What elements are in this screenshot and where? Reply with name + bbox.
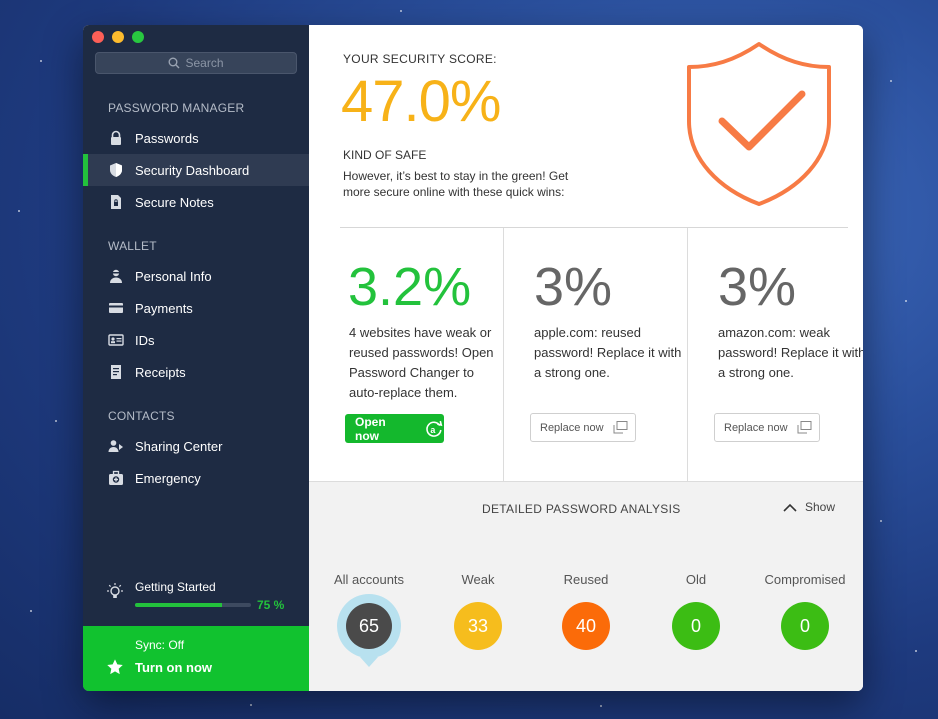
security-score-value: 47.0% (341, 69, 501, 134)
sidebar-item-payments[interactable]: Payments (83, 292, 309, 324)
search-icon (168, 57, 180, 69)
stat-label: Old (685, 572, 707, 587)
window-controls (92, 31, 144, 43)
sync-status: Sync: Off (135, 638, 185, 652)
security-dashboard: YOUR SECURITY SCORE: 47.0% KIND OF SAFE … (309, 25, 863, 691)
stat-label: Weak (461, 572, 495, 587)
stat-old[interactable]: Old 0 (671, 572, 721, 650)
quick-win-percent: 3.2% (348, 257, 472, 317)
security-status: KIND OF SAFE (343, 148, 427, 162)
stat-reused[interactable]: Reused 40 (561, 572, 611, 650)
sidebar-item-receipts[interactable]: Receipts (83, 356, 309, 388)
sidebar-item-label: Passwords (135, 130, 199, 146)
replace-now-button[interactable]: Replace now (530, 413, 636, 442)
sidebar-item-emergency[interactable]: Emergency (83, 462, 309, 494)
receipt-icon (107, 363, 125, 381)
getting-started-label: Getting Started (135, 580, 216, 594)
sidebar-item-label: Payments (135, 300, 193, 316)
show-toggle-label: Show (805, 500, 836, 514)
sidebar-item-label: Sharing Center (135, 438, 223, 454)
stat-all-accounts[interactable]: All accounts 65 (333, 572, 405, 658)
svg-text:a: a (431, 424, 436, 434)
getting-started[interactable]: Getting Started 75 % (105, 580, 295, 612)
turn-on-sync-button[interactable]: Turn on now (135, 660, 212, 675)
security-description: However, it’s best to stay in the green!… (343, 169, 569, 199)
quick-win-card: 3.2% 4 websites have weak or reused pass… (309, 228, 503, 483)
stat-value: 40 (562, 602, 610, 650)
chevron-up-icon (783, 503, 797, 512)
replace-now-button[interactable]: Replace now (714, 413, 820, 442)
sidebar-item-label: Personal Info (135, 268, 212, 284)
stat-label: Reused (563, 572, 609, 587)
sidebar-item-label: Emergency (135, 470, 201, 486)
open-now-button[interactable]: Open now a (345, 414, 444, 443)
analysis-title: DETAILED PASSWORD ANALYSIS (482, 502, 681, 516)
sync-panel[interactable]: Sync: Off Turn on now (83, 626, 309, 691)
sidebar-item-sharing-center[interactable]: Sharing Center (83, 430, 309, 462)
quick-win-percent: 3% (534, 257, 613, 317)
quick-win-text: 4 websites have weak or reused passwords… (349, 325, 494, 400)
minimize-window-button[interactable] (112, 31, 124, 43)
stat-selected-ring: 65 (337, 594, 401, 658)
external-window-icon (797, 421, 812, 434)
password-changer-icon: a (426, 420, 443, 437)
sidebar-item-label: Security Dashboard (135, 162, 250, 178)
sidebar-item-passwords[interactable]: Passwords (83, 122, 309, 154)
lock-icon (107, 129, 125, 147)
sidebar-item-label: IDs (135, 332, 155, 348)
sidebar-item-ids[interactable]: IDs (83, 324, 309, 356)
quick-win-percent: 3% (718, 257, 797, 317)
zoom-window-button[interactable] (132, 31, 144, 43)
secure-note-icon (107, 193, 125, 211)
credit-card-icon (107, 299, 125, 317)
open-now-label: Open now (355, 414, 386, 443)
password-analysis-panel: DETAILED PASSWORD ANALYSIS Show All acco… (309, 481, 863, 691)
star-icon (107, 659, 123, 675)
replace-now-label: Replace now (540, 421, 604, 434)
external-window-icon (613, 421, 628, 434)
quick-win-text: amazon.com: weak password! Replace it wi… (718, 325, 863, 380)
quick-win-text: apple.com: reused password! Replace it w… (534, 325, 682, 380)
sidebar: Search PASSWORD MANAGER Passwords Securi… (83, 25, 309, 691)
section-title-contacts: CONTACTS (108, 409, 175, 423)
sidebar-item-security-dashboard[interactable]: Security Dashboard (83, 154, 309, 186)
search-placeholder: Search (185, 56, 224, 70)
quick-win-card: 3% amazon.com: weak password! Replace it… (687, 228, 863, 483)
stat-label: Compromised (764, 572, 846, 587)
close-window-button[interactable] (92, 31, 104, 43)
stat-label: All accounts (333, 572, 405, 587)
section-title-password-manager: PASSWORD MANAGER (108, 101, 245, 115)
stat-compromised[interactable]: Compromised 0 (762, 572, 848, 650)
stat-weak[interactable]: Weak 33 (453, 572, 503, 650)
emergency-kit-icon (107, 469, 125, 487)
getting-started-progress-fill (135, 603, 222, 607)
app-window: Search PASSWORD MANAGER Passwords Securi… (83, 25, 863, 691)
person-icon (107, 267, 125, 285)
shield-checkmark-icon (687, 42, 831, 206)
sidebar-item-personal-info[interactable]: Personal Info (83, 260, 309, 292)
stat-value: 0 (781, 602, 829, 650)
quick-win-card: 3% apple.com: reused password! Replace i… (503, 228, 687, 483)
replace-now-label: Replace now (724, 421, 788, 434)
lightbulb-icon (107, 583, 123, 598)
show-analysis-toggle[interactable]: Show (783, 500, 835, 514)
getting-started-progress-bar (135, 603, 251, 607)
sidebar-item-label: Secure Notes (135, 194, 214, 210)
shield-icon (107, 161, 125, 179)
sidebar-item-secure-notes[interactable]: Secure Notes (83, 186, 309, 218)
sidebar-item-label: Receipts (135, 364, 186, 380)
search-input[interactable]: Search (95, 52, 297, 74)
stat-value: 0 (672, 602, 720, 650)
getting-started-percent: 75 % (257, 598, 285, 612)
sharing-icon (107, 437, 125, 455)
id-card-icon (107, 331, 125, 349)
stat-value: 33 (454, 602, 502, 650)
security-score-label: YOUR SECURITY SCORE: (343, 52, 497, 66)
section-title-wallet: WALLET (108, 239, 157, 253)
stat-value: 65 (346, 603, 392, 649)
